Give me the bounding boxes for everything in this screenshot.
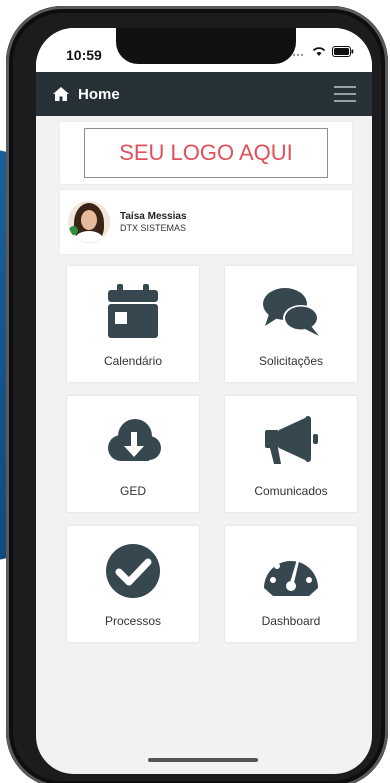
tile-label: Comunicados <box>254 484 328 498</box>
user-card[interactable]: Taísa Messias DTX SISTEMAS <box>60 190 352 254</box>
menu-line-icon <box>334 86 356 88</box>
cloud-download-icon <box>108 419 161 461</box>
hamburger-menu-button[interactable] <box>334 86 356 102</box>
tile-label: GED <box>119 484 146 498</box>
status-time: 10:59 <box>66 47 102 63</box>
device-notch <box>116 28 296 64</box>
tile-dashboard[interactable]: Dashboard <box>225 526 357 642</box>
logo-card: SEU LOGO AQUI <box>60 122 352 184</box>
avatar <box>68 201 110 243</box>
calendar-icon <box>108 284 158 338</box>
tile-calendario[interactable]: Calendário <box>67 266 199 382</box>
wifi-icon <box>312 47 326 56</box>
phone-frame: 10:59 Home SEU LOGO AQUI Taísa Messias D… <box>6 6 388 783</box>
user-company: DTX SISTEMAS <box>120 223 187 233</box>
user-name: Taísa Messias <box>120 211 187 222</box>
tile-solicitacoes[interactable]: Solicitações <box>225 266 357 382</box>
user-info: Taísa Messias DTX SISTEMAS <box>120 211 187 233</box>
tile-label: Calendário <box>103 354 163 368</box>
menu-line-icon <box>334 100 356 102</box>
battery-icon <box>332 46 354 57</box>
main-content: SEU LOGO AQUI Taísa Messias DTX SISTEMAS <box>60 122 357 642</box>
status-icons <box>288 46 354 57</box>
tile-processos[interactable]: Processos <box>67 526 199 642</box>
home-indicator[interactable] <box>148 758 258 762</box>
app-screen: 10:59 Home SEU LOGO AQUI Taísa Messias D… <box>36 28 372 774</box>
tile-label: Processos <box>104 614 162 628</box>
tile-ged[interactable]: GED <box>67 396 199 512</box>
home-icon[interactable] <box>52 86 70 102</box>
tile-comunicados[interactable]: Comunicados <box>225 396 357 512</box>
logo-placeholder: SEU LOGO AQUI <box>84 128 328 178</box>
gauge-icon <box>264 553 318 596</box>
megaphone-icon <box>265 416 318 464</box>
check-circle-icon <box>106 544 160 598</box>
page-title: Home <box>78 85 120 103</box>
tile-label: Solicitações <box>258 354 324 368</box>
chat-bubbles-icon <box>263 288 319 336</box>
menu-line-icon <box>334 93 356 95</box>
top-navbar: Home <box>36 72 372 116</box>
tile-label: Dashboard <box>261 614 321 628</box>
menu-grid: Calendário Solicitações GED Comunicados … <box>60 266 357 642</box>
